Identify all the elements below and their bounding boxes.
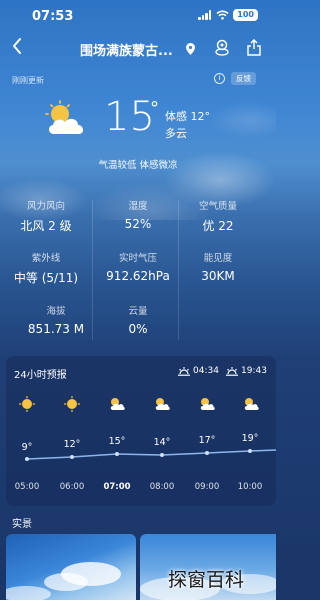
feels-like: 体感 12°	[165, 110, 210, 123]
hour-temp: 9°	[21, 442, 33, 453]
detail-visibility: 能见度 30KM	[201, 253, 235, 283]
location-pin-icon	[186, 43, 195, 55]
grid-divider	[92, 200, 93, 340]
detail-cloud-cover: 云量 0%	[128, 306, 148, 336]
scene-title: 实景	[12, 519, 32, 530]
hour-time-current: 07:00	[103, 482, 131, 492]
weather-description: 气温较低 体感微凉	[98, 160, 178, 171]
temp-point	[70, 455, 74, 459]
hour-time: 09:00	[194, 482, 220, 492]
hour-time: 06:00	[59, 482, 85, 492]
info-icon[interactable]: i	[214, 73, 225, 84]
grid-divider	[178, 200, 179, 340]
update-status: 刚刚更新	[12, 76, 44, 85]
city-name[interactable]: 围场满族蒙古...	[80, 40, 173, 59]
hour-time: 05:00	[14, 482, 40, 492]
detail-air-quality[interactable]: 空气质量 优 22	[172, 198, 264, 234]
hour-temp: 17°	[198, 435, 216, 446]
feedback-button[interactable]: 反馈	[231, 72, 256, 85]
detail-humidity: 湿度 52%	[124, 201, 152, 231]
detail-wind: 风力风向 北风 2 级	[20, 201, 72, 233]
battery-icon: 100	[233, 9, 258, 21]
chevron-left-icon	[13, 38, 21, 54]
degree-symbol: °	[150, 98, 159, 119]
temp-point	[25, 457, 29, 461]
temp-point	[160, 453, 164, 457]
temp-point	[205, 451, 209, 455]
hour-time: 08:00	[149, 482, 175, 492]
hourly-forecast-card[interactable]: 24小时预报 04:34 19:43 9° 12° 15° 14° 17° 19…	[6, 356, 276, 506]
top-nav: 围场满族蒙古...	[0, 34, 276, 64]
signal-icon	[198, 10, 212, 20]
share-button[interactable]	[246, 38, 262, 61]
status-icons: 100	[198, 9, 258, 21]
status-time: 07:53	[32, 9, 74, 24]
map-pin-icon	[215, 39, 229, 56]
detail-altitude: 海拔 851.73 M	[27, 306, 85, 336]
current-temperature: 15	[104, 94, 155, 140]
watermark-text: 探窗百科	[168, 569, 245, 591]
share-icon	[247, 38, 261, 56]
cloud-photo	[6, 562, 121, 600]
hour-temp: 19°	[241, 433, 259, 444]
map-location-button[interactable]	[214, 39, 230, 61]
status-bar: 07:53 100	[0, 0, 276, 30]
hour-temp: 14°	[153, 437, 171, 448]
weather-condition: 多云	[165, 127, 187, 140]
back-button[interactable]	[12, 38, 22, 59]
partly-cloudy-icon	[45, 100, 84, 134]
detail-uv: 紫外线 中等 (5/11)	[13, 253, 79, 285]
hour-temp: 12°	[63, 439, 81, 450]
hour-time: 10:00	[237, 482, 263, 492]
temp-point	[115, 452, 119, 456]
temp-point	[248, 449, 252, 453]
scene-photo[interactable]	[6, 534, 136, 600]
wifi-icon	[216, 10, 229, 20]
hour-temp: 15°	[108, 436, 126, 447]
detail-pressure: 实时气压 912.62hPa	[106, 253, 170, 283]
